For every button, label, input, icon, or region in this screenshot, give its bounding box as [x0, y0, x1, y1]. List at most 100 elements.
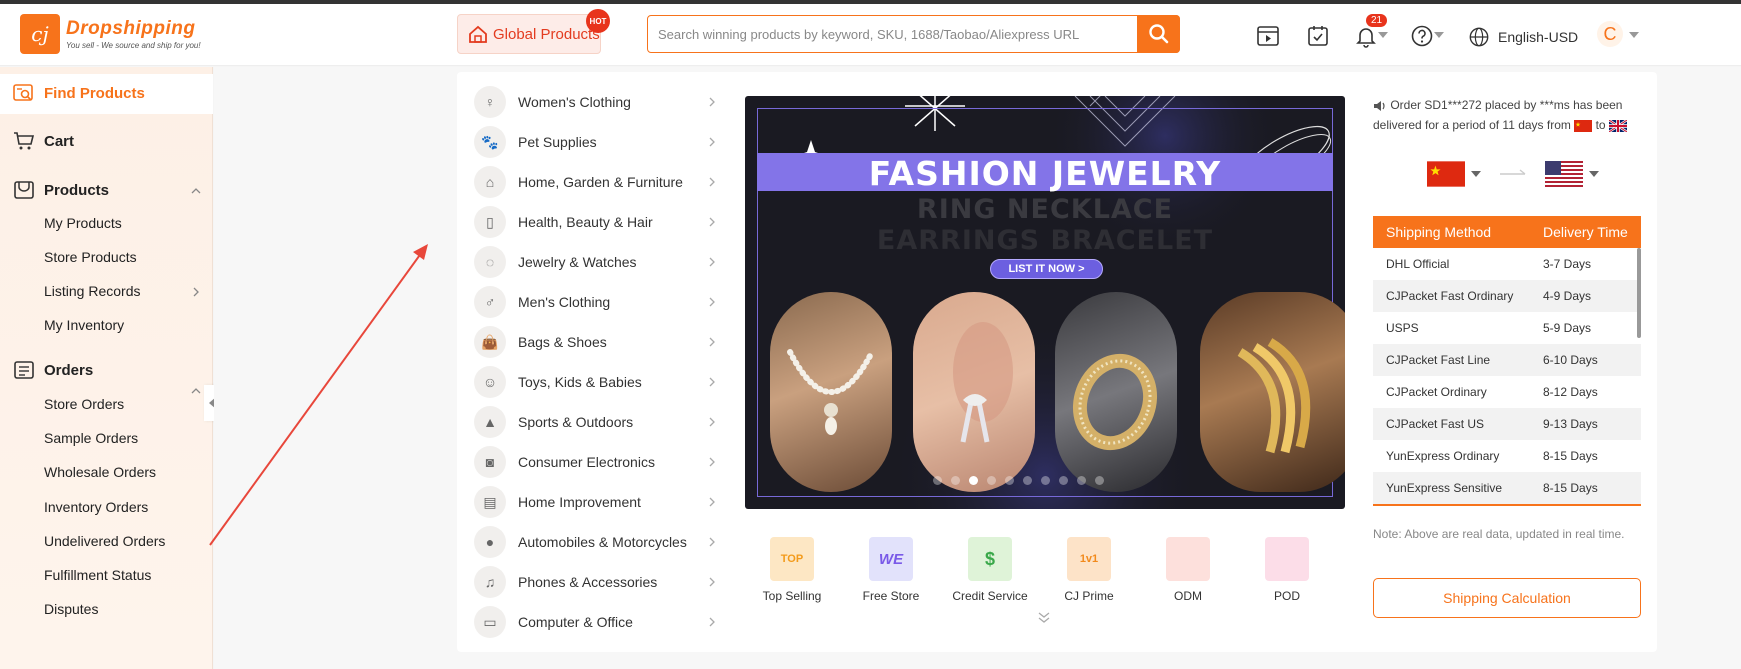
global-products-label: Global Products — [493, 25, 600, 43]
cj-prime-icon: 1v1 — [1067, 537, 1111, 581]
video-icon[interactable] — [1256, 24, 1280, 48]
language-label: English-USD — [1498, 29, 1579, 45]
quick-link-odm[interactable]: ODM — [1142, 537, 1234, 603]
sidebar-item-my-products[interactable]: My Products — [44, 215, 122, 231]
carousel-dot[interactable] — [1077, 476, 1086, 485]
pet-icon: 🐾 — [474, 126, 506, 158]
category-item[interactable]: ▲ Sports & Outdoors — [474, 406, 720, 438]
sidebar-item-store-products[interactable]: Store Products — [44, 249, 137, 265]
sidebar-item-wholesale-orders[interactable]: Wholesale Orders — [44, 464, 156, 480]
sidebar-item-orders[interactable]: Orders — [13, 360, 93, 380]
chevron-right-icon — [709, 297, 715, 307]
search-button[interactable] — [1137, 14, 1180, 53]
category-item[interactable]: 👜 Bags & Shoes — [474, 326, 720, 358]
table-row: CJPacket Ordinary 8-12 Days — [1373, 376, 1641, 408]
sidebar-item-store-orders[interactable]: Store Orders — [44, 396, 124, 412]
destination-country-select[interactable] — [1545, 160, 1599, 188]
chevron-right-icon — [709, 177, 715, 187]
table-header: Shipping Method Delivery Time — [1373, 216, 1641, 248]
banner-title: FASHION JEWELRY — [868, 154, 1222, 193]
category-item[interactable]: ▯ Health, Beauty & Hair — [474, 206, 720, 238]
sidebar-item-my-inventory[interactable]: My Inventory — [44, 317, 124, 333]
quick-link-pod[interactable]: POD — [1241, 537, 1333, 603]
home-icon — [469, 25, 487, 43]
category-item[interactable]: ♀ Women's Clothing — [474, 86, 720, 118]
search-input[interactable] — [658, 24, 1088, 44]
search-icon — [1148, 23, 1168, 43]
promo-banner[interactable]: FASHION JEWELRY RING NECKLACE EARRINGS B… — [745, 96, 1345, 509]
bell-dropdown-icon[interactable] — [1378, 32, 1388, 40]
shipping-method-cell: CJPacket Fast US — [1386, 417, 1485, 431]
category-item[interactable]: ♂ Men's Clothing — [474, 286, 720, 318]
carousel-dot-active[interactable] — [969, 476, 978, 485]
globe-icon — [1469, 27, 1489, 47]
us-flag-icon — [1545, 161, 1583, 187]
sidebar-item-products[interactable]: Products — [13, 180, 109, 200]
quick-link-credit-service[interactable]: $ Credit Service — [944, 537, 1036, 603]
sidebar-item-find-products[interactable]: Find Products — [13, 83, 145, 103]
sidebar-item-sample-orders[interactable]: Sample Orders — [44, 430, 138, 446]
avatar-dropdown-icon[interactable] — [1629, 32, 1639, 40]
category-item[interactable]: ☺ Toys, Kids & Babies — [474, 366, 720, 398]
sidebar-item-fulfillment-status[interactable]: Fulfillment Status — [44, 567, 151, 583]
origin-country-select[interactable] — [1427, 160, 1481, 188]
sidebar-item-listing-records[interactable]: Listing Records — [44, 283, 141, 299]
chair-icon: ⌂ — [474, 166, 506, 198]
dress-icon: ♀ — [474, 86, 506, 118]
quick-link-cj-prime[interactable]: 1v1 CJ Prime — [1043, 537, 1135, 603]
task-checklist-icon[interactable] — [1306, 24, 1330, 48]
table-row: YunExpress Ordinary 8-15 Days — [1373, 440, 1641, 472]
language-selector[interactable]: English-USD — [1468, 26, 1578, 48]
expand-down-icon[interactable] — [1037, 612, 1051, 624]
bell-icon[interactable] — [1354, 24, 1378, 48]
delivery-time-cell: 3-7 Days — [1543, 257, 1592, 271]
carousel-dot[interactable] — [1005, 476, 1014, 485]
help-icon[interactable] — [1410, 24, 1434, 48]
table-row: DHL Official 3-7 Days — [1373, 248, 1641, 280]
table-bottom-border — [1373, 504, 1641, 506]
find-products-icon — [13, 84, 33, 101]
carousel-dot[interactable] — [1041, 476, 1050, 485]
shipping-calculation-button[interactable]: Shipping Calculation — [1373, 578, 1641, 618]
avatar[interactable]: C — [1597, 21, 1623, 47]
category-item[interactable]: ◙ Consumer Electronics — [474, 446, 720, 478]
category-item[interactable]: ♫ Phones & Accessories — [474, 566, 720, 598]
sidebar-item-undelivered-orders[interactable]: Undelivered Orders — [44, 533, 165, 549]
category-item[interactable]: ▭ Computer & Office — [474, 606, 720, 638]
top-selling-icon: TOP — [770, 537, 814, 581]
category-label: Home, Garden & Furniture — [518, 174, 683, 190]
sidebar-item-inventory-orders[interactable]: Inventory Orders — [44, 499, 148, 515]
chevron-up-icon[interactable] — [191, 186, 201, 196]
quick-link-top-selling[interactable]: TOP Top Selling — [746, 537, 838, 603]
category-label: Phones & Accessories — [518, 574, 658, 590]
carousel-dot[interactable] — [987, 476, 996, 485]
list-it-now-button[interactable]: LIST IT NOW > — [990, 259, 1103, 279]
china-flag-icon — [1427, 161, 1465, 187]
category-item[interactable]: 🐾 Pet Supplies — [474, 126, 720, 158]
carousel-dot[interactable] — [1059, 476, 1068, 485]
odm-ruler-icon — [1166, 537, 1210, 581]
category-label: Automobiles & Motorcycles — [518, 534, 687, 550]
help-dropdown-icon[interactable] — [1434, 32, 1444, 40]
shipping-method-cell: YunExpress Ordinary — [1386, 449, 1500, 463]
carousel-dot[interactable] — [951, 476, 960, 485]
table-scrollbar[interactable] — [1637, 248, 1641, 338]
sidebar-item-disputes[interactable]: Disputes — [44, 601, 98, 617]
dropdown-caret-icon — [1589, 171, 1599, 177]
carousel-dot[interactable] — [1023, 476, 1032, 485]
column-header-method: Shipping Method — [1386, 224, 1492, 240]
sidebar-item-cart[interactable]: Cart — [13, 131, 74, 151]
logo-name: Dropshipping — [66, 18, 196, 39]
category-item[interactable]: ⌂ Home, Garden & Furniture — [474, 166, 720, 198]
chevron-up-icon[interactable] — [191, 386, 201, 396]
logo[interactable]: cj Dropshipping You sell - We source and… — [20, 14, 201, 54]
category-item[interactable]: ◌ Jewelry & Watches — [474, 246, 720, 278]
table-row: CJPacket Fast Ordinary 4-9 Days — [1373, 280, 1641, 312]
carousel-dot[interactable] — [1095, 476, 1104, 485]
carousel-dot[interactable] — [933, 476, 942, 485]
category-item[interactable]: ● Automobiles & Motorcycles — [474, 526, 720, 558]
global-products-button[interactable]: Global Products HOT — [457, 9, 610, 54]
category-item[interactable]: ▤ Home Improvement — [474, 486, 720, 518]
baby-bottle-icon: ☺ — [474, 366, 506, 398]
quick-link-free-store[interactable]: WE Free Store — [845, 537, 937, 603]
